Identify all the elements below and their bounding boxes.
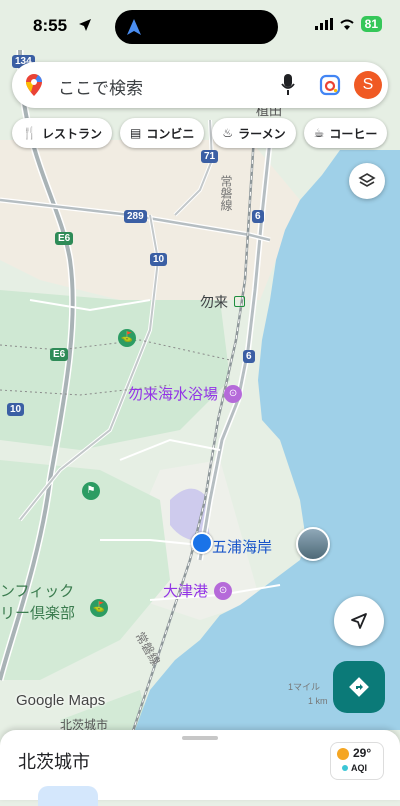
current-location-dot[interactable] (191, 532, 213, 554)
aqi-label: AQI (351, 763, 368, 773)
rail-label-top: 常磐線 (219, 175, 233, 211)
microphone-icon[interactable] (281, 74, 295, 96)
fork-knife-icon: 🍴 (22, 126, 37, 140)
store-icon: ▤ (129, 126, 142, 140)
nav-tab-explore[interactable] (38, 786, 98, 806)
route-289-shield: 289 (124, 210, 147, 223)
navigation-arrow-icon (351, 613, 367, 629)
attraction-pin-icon: ⊙ (224, 384, 243, 403)
chip-ramen[interactable]: ♨ ラーメン (212, 118, 296, 148)
status-bar: 8:55 81 (0, 0, 400, 52)
current-spot-label[interactable]: 五浦海岸 (212, 536, 272, 557)
route-6-shield: 6 (243, 350, 255, 363)
nav-tab-saved[interactable] (302, 786, 362, 806)
chip-coffee[interactable]: ☕ コーヒー (303, 118, 388, 148)
google-maps-logo: Google Maps (16, 692, 106, 709)
expressway-e6-shield: E6 (50, 348, 69, 361)
directions-icon (349, 677, 369, 697)
aqi-dot-icon (342, 765, 348, 771)
temperature: 29° (353, 746, 372, 760)
search-bar[interactable]: ここで検索 S (12, 62, 388, 108)
cellular-signal-icon (314, 18, 333, 30)
nav-tab-go[interactable] (170, 786, 230, 806)
beach-poi[interactable]: 勿来海水浴場 ⊙ (128, 383, 243, 404)
account-avatar[interactable]: S (354, 71, 382, 99)
dynamic-island (115, 10, 278, 44)
train-station-icon (234, 296, 246, 307)
category-chip-row: 🍴 レストラン ▤ コンビニ ♨ ラーメン ☕ コーヒー (12, 118, 388, 148)
route-10-shield: 10 (150, 253, 168, 266)
sheet-drag-handle[interactable] (182, 736, 218, 740)
attraction-pin-icon: ⊙ (214, 581, 233, 600)
golf-icon[interactable]: ⛳ (90, 595, 108, 617)
sun-icon (337, 748, 349, 760)
place-photo-thumbnail[interactable] (296, 527, 330, 561)
search-input[interactable]: ここで検索 (58, 74, 143, 99)
map-layers-button[interactable] (349, 163, 385, 199)
layers-icon (358, 173, 376, 187)
route-10-shield: 10 (7, 403, 25, 416)
weather-widget[interactable]: 29° AQI (330, 742, 384, 780)
google-lens-icon[interactable] (319, 74, 341, 96)
location-arrow-icon (79, 19, 91, 31)
route-71-shield: 71 (201, 150, 219, 163)
coffee-icon: ☕ (313, 126, 325, 140)
chip-restaurant[interactable]: 🍴 レストラン (12, 118, 112, 148)
scale-label-miles: 1マイル (288, 682, 321, 692)
expressway-e6-shield: E6 (55, 232, 74, 245)
bottom-nav (0, 786, 400, 806)
battery-level: 81 (360, 16, 382, 32)
directions-button[interactable] (333, 661, 385, 713)
golf-icon[interactable]: ⛳ (118, 325, 136, 347)
clock: 8:55 (33, 16, 68, 35)
chip-convenience-store[interactable]: ▤ コンビニ (119, 118, 205, 148)
station-label[interactable]: 勿来 (200, 292, 246, 312)
scale-label-km: 1 km (308, 696, 328, 706)
route-6-shield: 6 (252, 210, 264, 223)
google-maps-pin-icon (26, 74, 42, 96)
flag-park-icon[interactable]: ⚑ (82, 478, 100, 500)
port-poi[interactable]: 大津港 ⊙ (163, 580, 233, 601)
navigation-arrow-icon (127, 19, 141, 35)
recenter-location-button[interactable] (334, 596, 384, 646)
wifi-icon (340, 19, 354, 30)
golf-club-label[interactable]: ンフィック リー倶楽部 (0, 580, 75, 624)
ramen-icon: ♨ (222, 126, 234, 140)
area-title: 北茨城市 (18, 752, 90, 773)
